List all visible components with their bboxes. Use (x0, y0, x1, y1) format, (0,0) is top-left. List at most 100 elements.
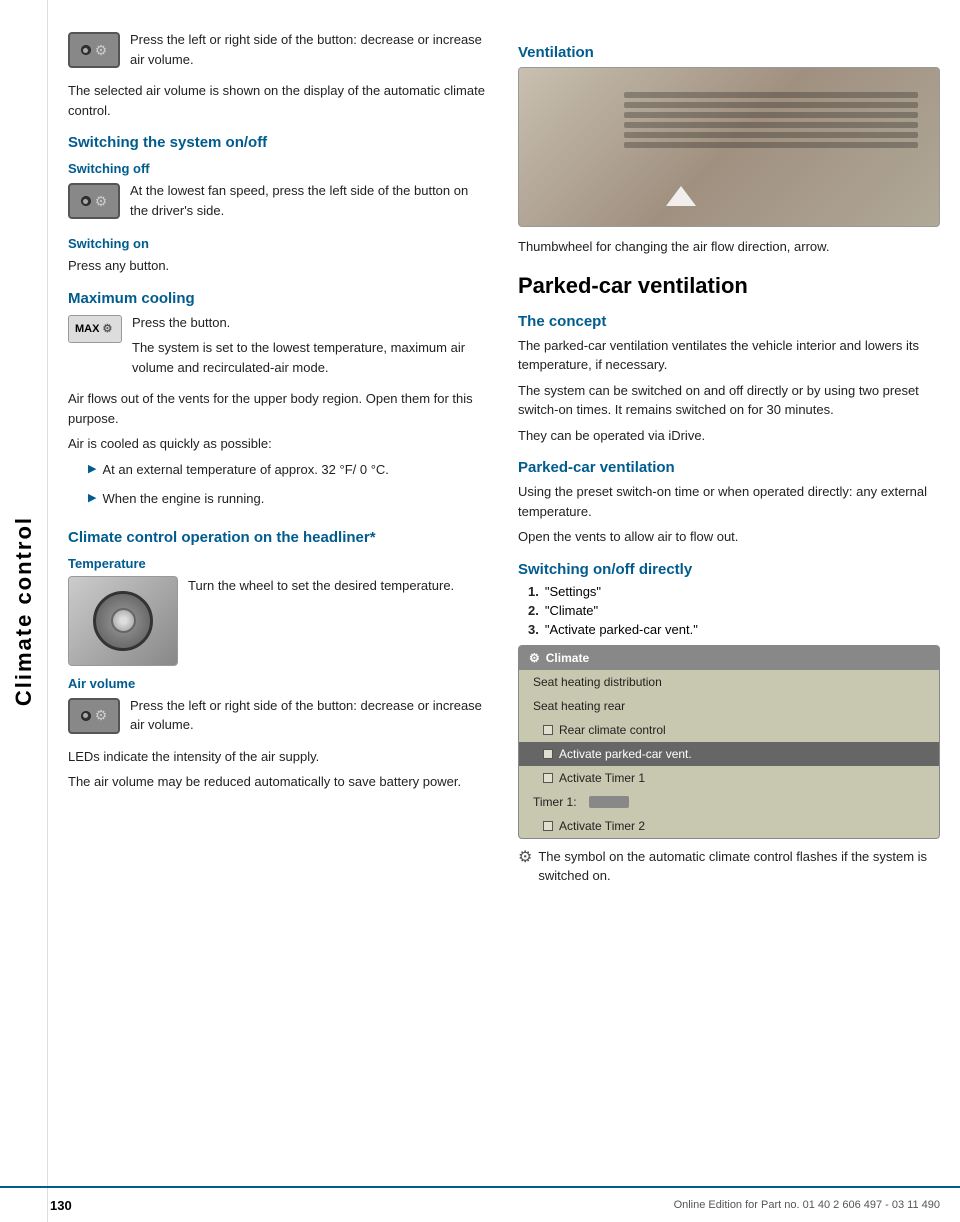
gear-icon-3: ⚙ (95, 707, 108, 724)
footer-online-text: Online Edition for Part no. 01 40 2 606 … (674, 1199, 940, 1211)
menu-item-3[interactable]: Activate parked-car vent. (519, 742, 939, 766)
checkbox-4 (543, 773, 553, 783)
max-button-icon: MAX ⚙ (68, 315, 122, 343)
note-text: The symbol on the automatic climate cont… (538, 847, 940, 886)
step-3: 3. "Activate parked-car vent." (528, 622, 940, 637)
air-volume-icon: ⚙ (68, 698, 120, 734)
sidebar-label: Climate control (11, 516, 37, 706)
parked-vent-text1: Using the preset switch-on time or when … (518, 482, 940, 521)
step-1-text: "Settings" (545, 584, 601, 599)
bullet-arrow-1: ▶ (88, 462, 96, 475)
bullet-text-1: At an external temperature of approx. 32… (102, 460, 388, 480)
step-1-num: 1. (528, 584, 539, 599)
max-cool-text2: The system is set to the lowest temperat… (132, 338, 488, 377)
menu-item-1-text: Seat heating rear (533, 699, 625, 713)
ventilation-title: Ventilation (518, 44, 940, 61)
concept-text1: The parked-car ventilation ventilates th… (518, 336, 940, 375)
switching-on-subtitle: Switching on (68, 236, 488, 251)
step-3-text: "Activate parked-car vent." (545, 622, 698, 637)
vent-line-5 (624, 132, 918, 138)
checkbox-3 (543, 749, 553, 759)
gear-icon-max: ⚙ (102, 322, 112, 335)
numbered-list: 1. "Settings" 2. "Climate" 3. "Activate … (528, 584, 940, 637)
air-volume-subtitle: Air volume (68, 676, 488, 691)
menu-item-6: Activate Timer 2 (519, 814, 939, 838)
ventilation-image (518, 67, 940, 227)
page-number: 130 (50, 1198, 72, 1213)
air-flows-text: Air flows out of the vents for the upper… (68, 389, 488, 428)
bullet-item-1: ▶ At an external temperature of approx. … (88, 460, 488, 486)
right-column: Ventilation Thumbwheel for changing the … (508, 20, 960, 1222)
climate-gear-icon: ⚙ (529, 651, 540, 665)
checkbox-6 (543, 821, 553, 831)
menu-item-1: Seat heating rear (519, 694, 939, 718)
air-volume-row: ⚙ Press the left or right side of the bu… (68, 696, 488, 741)
switching-off-row: ⚙ At the lowest fan speed, press the lef… (68, 181, 488, 226)
menu-item-0-text: Seat heating distribution (533, 675, 662, 689)
checkbox-2 (543, 725, 553, 735)
ventilation-caption: Thumbwheel for changing the air flow dir… (518, 237, 940, 257)
air-volume-intro-text: Press the left or right side of the butt… (130, 30, 488, 69)
parked-vent-text2: Open the vents to allow air to flow out. (518, 527, 940, 547)
max-cooling-title: Maximum cooling (68, 290, 488, 307)
temperature-row: Turn the wheel to set the desired temper… (68, 576, 488, 666)
menu-item-6-text: Activate Timer 2 (559, 819, 645, 833)
menu-item-0: Seat heating distribution (519, 670, 939, 694)
menu-item-3-text: Activate parked-car vent. (559, 747, 692, 761)
headliner-section-title: Climate control operation on the headlin… (68, 529, 488, 546)
bullet-arrow-2: ▶ (88, 491, 96, 504)
climate-menu-header: ⚙ Climate (519, 646, 939, 670)
bullet-item-2: ▶ When the engine is running. (88, 489, 488, 515)
air-cooled-text: Air is cooled as quickly as possible: (68, 434, 488, 454)
air-volume-intro-row: ⚙ Press the left or right side of the bu… (68, 30, 488, 75)
switch-onoff-title: Switching on/off directly (518, 561, 940, 578)
step-2: 2. "Climate" (528, 603, 940, 618)
menu-item-5: Timer 1: (519, 790, 939, 814)
parked-car-heading: Parked-car ventilation (518, 273, 940, 299)
menu-item-5-text: Timer 1: (533, 795, 577, 809)
page-footer: 130 Online Edition for Part no. 01 40 2 … (0, 1186, 960, 1222)
vent-line-4 (624, 122, 918, 128)
temperature-dial (93, 591, 153, 651)
temperature-subtitle: Temperature (68, 556, 488, 571)
temperature-image (68, 576, 178, 666)
vent-line-3 (624, 112, 918, 118)
parked-vent-title: Parked-car ventilation (518, 459, 940, 476)
menu-item-2: Rear climate control (519, 718, 939, 742)
bullet-text-2: When the engine is running. (102, 489, 264, 509)
temperature-text: Turn the wheel to set the desired temper… (188, 576, 454, 596)
concept-title: The concept (518, 313, 940, 330)
left-column: ⚙ Press the left or right side of the bu… (48, 20, 508, 1222)
leds-text: LEDs indicate the intensity of the air s… (68, 747, 488, 767)
vent-line-2 (624, 102, 918, 108)
menu-item-4-text: Activate Timer 1 (559, 771, 645, 785)
battery-text: The air volume may be reduced automatica… (68, 772, 488, 792)
switching-off-subtitle: Switching off (68, 161, 488, 176)
concept-text2: The system can be switched on and off di… (518, 381, 940, 420)
switching-off-text: At the lowest fan speed, press the left … (130, 181, 488, 220)
sidebar: Climate control (0, 0, 48, 1222)
step-1: 1. "Settings" (528, 584, 940, 599)
switch-off-icon: ⚙ (68, 183, 120, 219)
air-volume-icon-text: Press the left or right side of the butt… (130, 696, 488, 735)
gear-icon: ⚙ (95, 42, 108, 59)
vent-arrow-icon (666, 186, 696, 206)
climate-menu-title: Climate (546, 651, 589, 665)
gear-icon-2: ⚙ (95, 193, 108, 210)
timer-field (589, 796, 629, 808)
section-switching-title: Switching the system on/off (68, 134, 488, 151)
max-cool-text1: Press the button. (132, 313, 488, 333)
note-row: ⚙ The symbol on the automatic climate co… (518, 847, 940, 892)
dial-inner (111, 608, 136, 633)
vent-line-6 (624, 142, 918, 148)
step-3-num: 3. (528, 622, 539, 637)
step-2-text: "Climate" (545, 603, 598, 618)
bullet-list: ▶ At an external temperature of approx. … (88, 460, 488, 515)
max-label: MAX (75, 323, 99, 335)
menu-item-2-text: Rear climate control (559, 723, 666, 737)
air-button-icon: ⚙ (68, 32, 120, 68)
max-cooling-row: MAX ⚙ Press the button. The system is se… (68, 313, 488, 384)
climate-menu-screenshot: ⚙ Climate Seat heating distribution Seat… (518, 645, 940, 839)
note-symbol: ⚙ (518, 847, 532, 867)
concept-text3: They can be operated via iDrive. (518, 426, 940, 446)
